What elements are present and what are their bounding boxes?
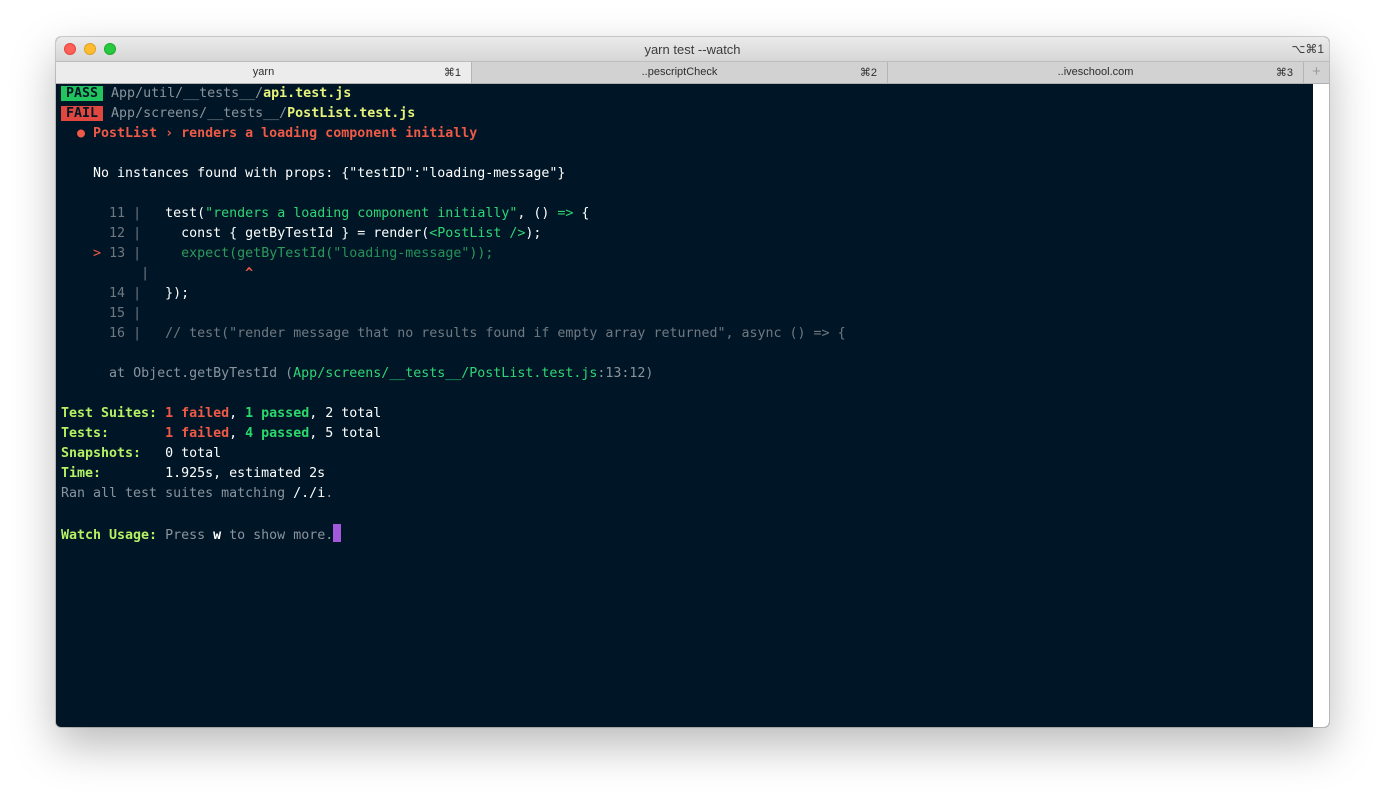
code-arrow: =>	[557, 206, 574, 221]
tab-label: ..pescriptCheck	[641, 66, 718, 78]
fail-badge: FAIL	[61, 106, 104, 121]
tab-label: yarn	[252, 66, 275, 78]
title-bar[interactable]: yarn test --watch ⌥⌘1	[56, 37, 1329, 61]
new-tab-button[interactable]: +	[1304, 62, 1329, 83]
time-summary: Time: 1.925s, estimated 2s	[61, 464, 1313, 484]
terminal-output[interactable]: PASS App/util/__tests__/api.test.js FAIL…	[56, 84, 1313, 727]
time-value: 1.925s, estimated 2s	[165, 466, 326, 481]
tab-label: ..iveschool.com	[1057, 66, 1134, 78]
text-cursor	[333, 524, 342, 542]
line-number: 16	[109, 326, 126, 341]
line-number: 12	[109, 226, 126, 241]
code-line-15: 15 |	[109, 306, 142, 321]
code-text: });	[165, 286, 190, 301]
suites-passed: 1 passed	[245, 406, 310, 421]
window-shortcut: ⌥⌘1	[1291, 42, 1324, 56]
code-text: test(	[165, 206, 206, 221]
pass-badge: PASS	[61, 86, 104, 101]
line-number: 11	[109, 206, 126, 221]
tab-bar: yarn ⌘1 ..pescriptCheck ⌘2 ..iveschool.c…	[56, 61, 1329, 84]
watch-usage-line: Watch Usage: Press w to show more.	[61, 524, 1313, 544]
caret-line: | ^	[133, 266, 254, 281]
pass-line: PASS App/util/__tests__/api.test.js	[61, 84, 1313, 104]
pass-dir: App/util/__tests__/	[111, 86, 264, 101]
fail-dir: App/screens/__tests__/	[111, 106, 288, 121]
code-line-16: 16 | // test("render message that no res…	[109, 326, 846, 341]
ran-line: Ran all test suites matching /./i.	[61, 484, 1313, 504]
snapshots-total: 0 total	[165, 446, 222, 461]
tests-passed: 4 passed	[245, 426, 310, 441]
code-comment: // test("render message that no results …	[165, 326, 846, 341]
watch-prefix: Press	[157, 528, 214, 543]
time-label: Time:	[61, 466, 102, 481]
code-text: expect(getByTestId(	[181, 246, 334, 261]
stack-line: at Object.getByTestId (App/screens/__tes…	[61, 364, 1313, 384]
failure-title-line: ● PostList › renders a loading component…	[61, 124, 1313, 144]
code-string: "renders a loading component initially"	[205, 206, 518, 221]
code-line-13: > 13 | expect(getByTestId("loading-messa…	[93, 246, 494, 261]
tests-label: Tests:	[61, 426, 110, 441]
suites-failed: 1 failed	[165, 406, 230, 421]
stack-prefix: at Object.getByTestId (	[109, 366, 294, 381]
error-caret: ^	[245, 266, 254, 281]
terminal-window: yarn test --watch ⌥⌘1 yarn ⌘1 ..pescript…	[56, 37, 1329, 727]
suites-total: 2 total	[325, 406, 382, 421]
ran-pattern: /./i	[293, 486, 326, 501]
code-text: );	[525, 226, 542, 241]
tab-shortcut: ⌘3	[1275, 67, 1293, 79]
tests-total: 5 total	[325, 426, 382, 441]
code-jsx-tag: <PostList />	[429, 226, 526, 241]
tab-shortcut: ⌘2	[859, 67, 877, 79]
code-string: "loading-message"	[333, 246, 470, 261]
window-title: yarn test --watch	[644, 42, 741, 57]
tests-failed: 1 failed	[165, 426, 230, 441]
stack-location: :13:12)	[597, 366, 654, 381]
error-message: No instances found with props: {"testID"…	[93, 166, 566, 181]
watch-key: w	[213, 528, 222, 543]
line-number: 14	[109, 286, 126, 301]
code-line-14: 14 | });	[109, 286, 190, 301]
suites-summary: Test Suites: 1 failed, 1 passed, 2 total	[61, 406, 382, 421]
tab-shortcut: ⌘1	[443, 67, 461, 79]
code-text: {	[573, 206, 590, 221]
fail-line: FAIL App/screens/__tests__/PostList.test…	[61, 104, 1313, 124]
tab-liveschool[interactable]: ..iveschool.com ⌘3	[888, 62, 1304, 83]
code-line-12: 12 | const { getByTestId } = render(<Pos…	[109, 226, 542, 241]
fail-file: PostList.test.js	[287, 106, 416, 121]
tab-yarn[interactable]: yarn ⌘1	[56, 62, 472, 83]
scrollbar[interactable]	[1313, 84, 1329, 727]
snapshots-summary: Snapshots: 0 total	[61, 444, 1313, 464]
code-text: ));	[469, 246, 494, 261]
pass-file: api.test.js	[263, 86, 352, 101]
code-text: , ()	[517, 206, 558, 221]
stack-path[interactable]: App/screens/__tests__/PostList.test.js	[293, 366, 597, 381]
failure-title: ● PostList › renders a loading component…	[77, 126, 478, 141]
error-marker: >	[93, 246, 102, 261]
error-line: No instances found with props: {"testID"…	[61, 164, 1313, 184]
tab-typescript-check[interactable]: ..pescriptCheck ⌘2	[472, 62, 888, 83]
ran-suffix: .	[325, 486, 334, 501]
line-number: 15	[109, 306, 126, 321]
watch-suffix: to show more.	[221, 528, 334, 543]
line-number: 13	[109, 246, 126, 261]
code-line-11: 11 | test("renders a loading component i…	[109, 206, 590, 221]
watch-label: Watch Usage:	[61, 528, 158, 543]
ran-prefix: Ran all test suites matching	[61, 486, 294, 501]
code-text: const { getByTestId } = render(	[181, 226, 430, 241]
snapshots-label: Snapshots:	[61, 446, 142, 461]
suites-label: Test Suites:	[61, 406, 158, 421]
tests-summary: Tests: 1 failed, 4 passed, 5 total	[61, 426, 382, 441]
